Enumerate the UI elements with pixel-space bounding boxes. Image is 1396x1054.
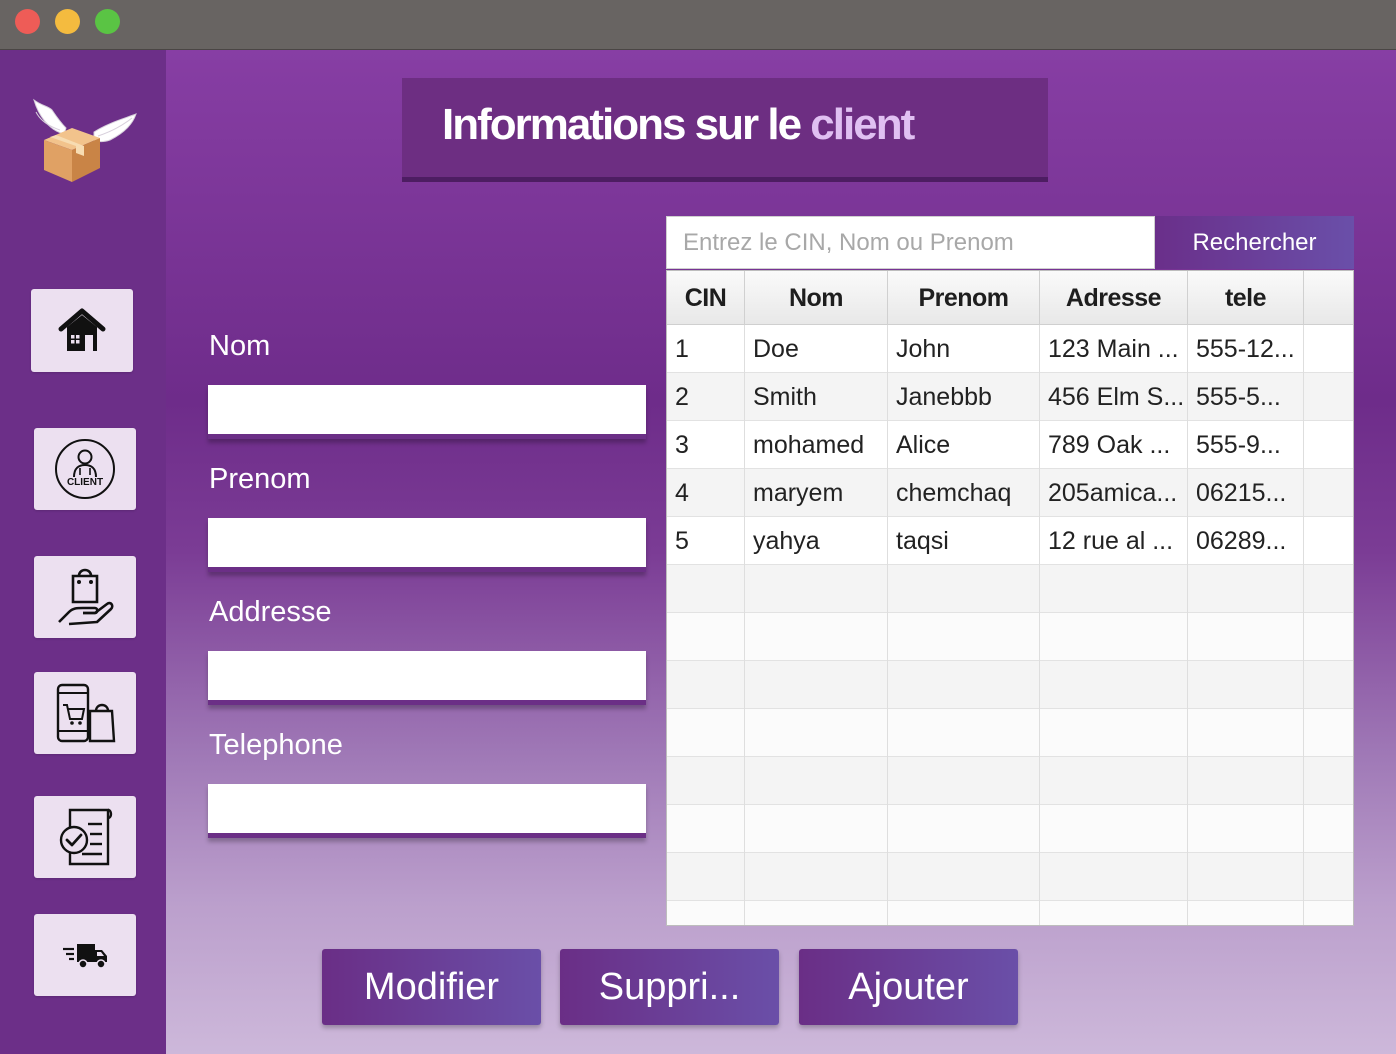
cell-nom: maryem (745, 469, 888, 517)
nom-input[interactable] (208, 385, 646, 439)
page-title-accent: client (810, 100, 915, 149)
cell-tele: 555-5... (1188, 373, 1304, 421)
telephone-label: Telephone (209, 729, 343, 761)
cell-adresse: 456 Elm S... (1040, 373, 1188, 421)
nom-label: Nom (209, 330, 271, 362)
flying-package-logo (33, 98, 137, 182)
ajouter-button[interactable]: Ajouter (799, 949, 1018, 1025)
table-row[interactable]: 2 Smith Janebbb 456 Elm S... 555-5... (667, 373, 1353, 421)
clients-table[interactable]: CIN Nom Prenom Adresse tele 1 Doe John 1… (666, 270, 1354, 926)
table-row[interactable]: 3 mohamed Alice 789 Oak ... 555-9... (667, 421, 1353, 469)
search-input[interactable] (666, 216, 1155, 269)
cell-tele: 555-12... (1188, 325, 1304, 373)
home-icon (58, 308, 106, 351)
search-button[interactable]: Rechercher (1155, 216, 1354, 269)
cell-adresse: 123 Main ... (1040, 325, 1188, 373)
sidebar-item-client[interactable]: CLIENT (34, 428, 136, 510)
column-header-prenom[interactable]: Prenom (888, 271, 1040, 325)
sidebar-item-delivery[interactable] (34, 914, 136, 996)
empty-table-row (667, 613, 1353, 661)
cell-prenom: Alice (888, 421, 1040, 469)
cell-prenom: John (888, 325, 1040, 373)
modifier-button[interactable]: Modifier (322, 949, 541, 1025)
sidebar-item-shop[interactable] (34, 672, 136, 754)
page-title: Informations sur le client (442, 100, 915, 150)
client-icon: CLIENT (55, 439, 115, 499)
empty-table-row (667, 709, 1353, 757)
cell-adresse: 205amica... (1040, 469, 1188, 517)
cell-nom: yahya (745, 517, 888, 565)
minimize-window-button[interactable] (55, 9, 80, 34)
cell-tele: 555-9... (1188, 421, 1304, 469)
hand-bag-icon (58, 568, 114, 626)
table-header: CIN Nom Prenom Adresse tele (667, 271, 1353, 325)
adresse-label: Addresse (209, 596, 332, 628)
table-row[interactable]: 4 maryem chemchaq 205amica... 06215... (667, 469, 1353, 517)
cell-nom: mohamed (745, 421, 888, 469)
column-header-adresse[interactable]: Adresse (1040, 271, 1188, 325)
table-row[interactable]: 1 Doe John 123 Main ... 555-12... (667, 325, 1353, 373)
prenom-label: Prenom (209, 463, 311, 495)
column-header-tele[interactable]: tele (1188, 271, 1304, 325)
cell-cin: 1 (667, 325, 745, 373)
sidebar-item-home[interactable] (31, 289, 133, 372)
supprimer-button[interactable]: Suppri... (560, 949, 779, 1025)
cell-nom: Smith (745, 373, 888, 421)
cell-adresse: 789 Oak ... (1040, 421, 1188, 469)
cell-cin: 5 (667, 517, 745, 565)
cell-prenom: chemchaq (888, 469, 1040, 517)
table-row[interactable]: 5 yahya taqsi 12 rue al ... 06289... (667, 517, 1353, 565)
cell-adresse: 12 rue al ... (1040, 517, 1188, 565)
sidebar-item-orders[interactable] (34, 556, 136, 638)
cell-cin: 2 (667, 373, 745, 421)
prenom-input[interactable] (208, 518, 646, 572)
mobile-shopping-icon (56, 683, 116, 743)
close-window-button[interactable] (15, 9, 40, 34)
empty-table-row (667, 805, 1353, 853)
cell-prenom: Janebbb (888, 373, 1040, 421)
empty-table-row (667, 901, 1353, 925)
column-header-nom[interactable]: Nom (745, 271, 888, 325)
column-header-filler (1304, 271, 1353, 325)
telephone-input[interactable] (208, 784, 646, 838)
cell-tele: 06289... (1188, 517, 1304, 565)
empty-table-row (667, 757, 1353, 805)
window-titlebar (0, 0, 1396, 50)
sidebar (0, 50, 166, 1054)
svg-text:CLIENT: CLIENT (67, 477, 103, 488)
maximize-window-button[interactable] (95, 9, 120, 34)
delivery-truck-icon (63, 944, 107, 969)
cell-cin: 4 (667, 469, 745, 517)
adresse-input[interactable] (208, 651, 646, 705)
column-header-cin[interactable]: CIN (667, 271, 745, 325)
cell-prenom: taqsi (888, 517, 1040, 565)
empty-table-row (667, 853, 1353, 901)
cell-nom: Doe (745, 325, 888, 373)
page-title-main: Informations sur le (442, 100, 811, 149)
empty-table-row (667, 661, 1353, 709)
checklist-icon (59, 808, 113, 866)
cell-tele: 06215... (1188, 469, 1304, 517)
empty-table-row (667, 565, 1353, 613)
sidebar-item-checklist[interactable] (34, 796, 136, 878)
cell-cin: 3 (667, 421, 745, 469)
